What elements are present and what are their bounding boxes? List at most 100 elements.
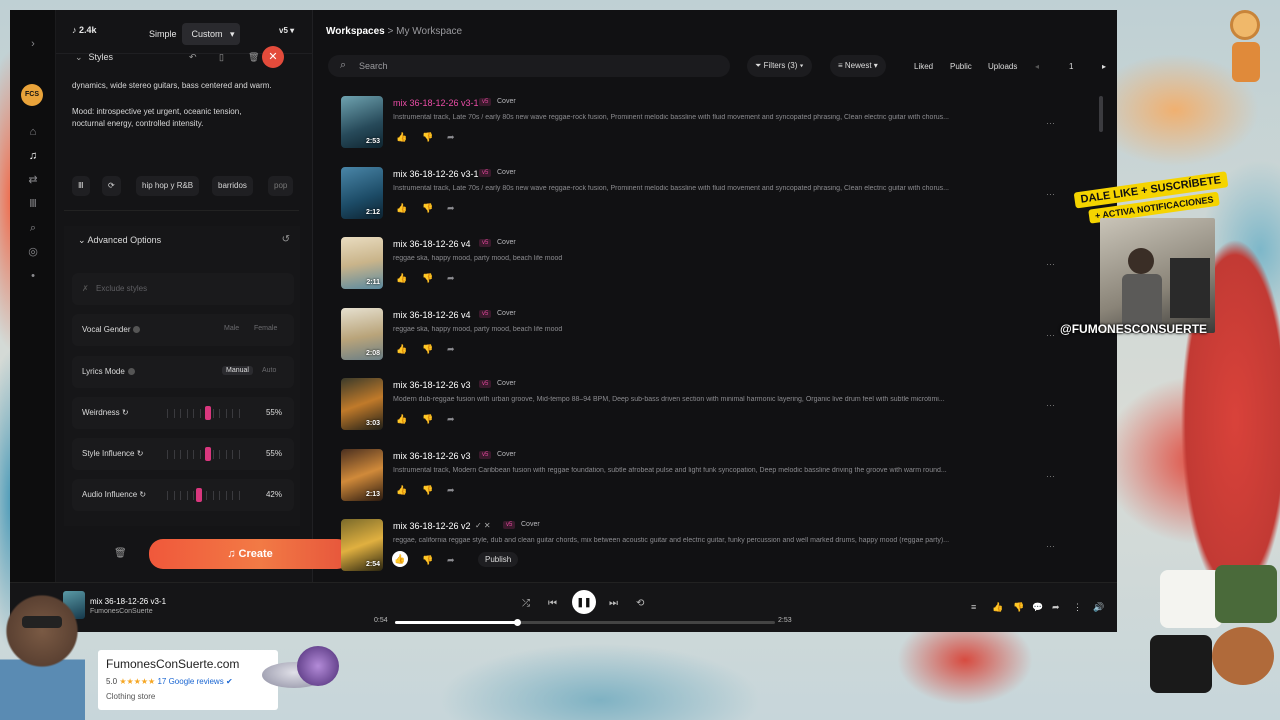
- styles-textarea[interactable]: dynamics, wide stereo guitars, bass cent…: [72, 80, 272, 130]
- home-icon[interactable]: ⌂: [23, 122, 43, 142]
- refresh-tags-icon[interactable]: ⟳: [102, 176, 121, 196]
- like-icon[interactable]: 👍: [396, 132, 407, 143]
- prev-page-icon[interactable]: ◂: [1035, 62, 1039, 71]
- more-options-icon[interactable]: ⋯: [1046, 189, 1055, 200]
- lyrics-manual[interactable]: Manual: [222, 366, 253, 375]
- next-page-icon[interactable]: ▸: [1102, 62, 1106, 71]
- song-cover[interactable]: 2:53: [341, 96, 383, 148]
- song-cover[interactable]: 2:12: [341, 166, 383, 219]
- styles-header[interactable]: ⌄ Styles: [75, 52, 113, 63]
- advanced-header[interactable]: ⌄ Advanced Options: [78, 235, 161, 246]
- crumb-workspaces[interactable]: Workspaces: [326, 26, 385, 37]
- share-icon[interactable]: ➦: [1052, 602, 1060, 613]
- song-title[interactable]: mix 36-18-12-26 v3-1: [393, 169, 479, 179]
- share-icon[interactable]: ➦: [447, 414, 455, 425]
- magic-button[interactable]: ✕: [262, 46, 284, 68]
- previous-icon[interactable]: ⏮: [548, 598, 557, 609]
- liked-filter[interactable]: Liked: [914, 62, 933, 71]
- song-row[interactable]: 2:53 mix 36-18-12-26 v3-1 v5 Cover Instrumen…: [341, 96, 1101, 156]
- expand-chevron-icon[interactable]: ›: [23, 34, 43, 54]
- song-title[interactable]: mix 36-18-12-26 v4: [393, 239, 471, 249]
- uploads-filter[interactable]: Uploads: [988, 62, 1017, 71]
- create-nav-icon[interactable]: ♫: [23, 146, 43, 166]
- pause-button[interactable]: ❚❚: [572, 590, 596, 614]
- tag-chip[interactable]: pop: [268, 176, 294, 196]
- app-logo[interactable]: FCS: [21, 84, 43, 106]
- tag-chip[interactable]: hip hop y R&B: [136, 176, 200, 196]
- like-icon[interactable]: 👍: [396, 414, 407, 425]
- song-cover[interactable]: 2:13: [341, 448, 383, 501]
- queue-icon[interactable]: ≡: [971, 602, 976, 612]
- reset-icon[interactable]: ↻: [122, 408, 129, 417]
- song-row[interactable]: 2:12 mix 36-18-12-26 v3-1 v5 Cover Instrumen…: [341, 166, 1101, 227]
- song-title[interactable]: mix 36-18-12-26 v3: [393, 451, 471, 461]
- credits-counter[interactable]: ♪ 2.4k: [72, 25, 97, 35]
- player-artist[interactable]: FumonesConSuerte: [90, 608, 153, 615]
- dislike-icon[interactable]: 👎: [422, 344, 433, 355]
- gender-male[interactable]: Male: [220, 324, 243, 333]
- public-filter[interactable]: Public: [950, 62, 972, 71]
- dislike-icon[interactable]: 👎: [422, 132, 433, 143]
- more-options-icon[interactable]: ⋯: [1046, 330, 1055, 341]
- progress-handle[interactable]: [513, 619, 521, 626]
- slider-knob[interactable]: [205, 447, 212, 461]
- undo-icon[interactable]: ↶: [189, 52, 197, 63]
- more-options-icon[interactable]: ⋯: [1046, 471, 1055, 482]
- library-icon[interactable]: Ⅲ: [23, 194, 43, 214]
- song-row[interactable]: 3:03 mix 36-18-12-26 v3 v5 Cover Modern dub-…: [341, 378, 1101, 438]
- style-influence-slider[interactable]: [167, 447, 242, 461]
- like-icon[interactable]: 👍: [396, 273, 407, 284]
- more-options-icon[interactable]: ⋯: [1046, 400, 1055, 411]
- reset-icon[interactable]: ↻: [139, 490, 146, 499]
- edit-icons[interactable]: ✓ ✕: [475, 521, 491, 530]
- song-title[interactable]: mix 36-18-12-26 v3: [393, 380, 471, 390]
- more-options-icon[interactable]: ⋯: [1046, 259, 1055, 270]
- info-icon[interactable]: [133, 326, 141, 334]
- audio-influence-slider[interactable]: [167, 488, 242, 502]
- next-icon[interactable]: ⏭: [609, 598, 618, 609]
- mode-custom[interactable]: Custom ▾: [181, 23, 240, 45]
- store-card[interactable]: FumonesConSuerte.com 5.0 ★★★★★ 17 Google…: [98, 650, 278, 710]
- delete-icon[interactable]: 🗑: [248, 52, 259, 63]
- song-cover[interactable]: 3:03: [341, 378, 383, 430]
- song-row[interactable]: 2:08 mix 36-18-12-26 v4 v5 Cover reggae ska,…: [341, 307, 1101, 368]
- clear-icon[interactable]: 🗑: [114, 548, 127, 559]
- like-icon[interactable]: 👍: [396, 485, 407, 496]
- volume-icon[interactable]: 🔊: [1093, 602, 1104, 613]
- slider-knob[interactable]: [195, 488, 202, 502]
- notifications-icon[interactable]: •: [23, 266, 43, 286]
- song-cover[interactable]: 2:54: [341, 519, 383, 571]
- song-cover[interactable]: 2:11: [341, 237, 383, 289]
- like-icon[interactable]: 👍: [396, 203, 407, 214]
- lyrics-auto[interactable]: Auto: [258, 366, 280, 375]
- search-nav-icon[interactable]: ⌕: [23, 218, 43, 238]
- dislike-icon[interactable]: 👎: [422, 273, 433, 284]
- dislike-icon[interactable]: 👎: [422, 485, 433, 496]
- share-icon[interactable]: ➦: [447, 203, 455, 214]
- info-icon[interactable]: [127, 368, 135, 376]
- tag-chip[interactable]: barridos: [212, 176, 253, 196]
- player-title[interactable]: mix 36-18-12-26 v3-1: [90, 597, 166, 606]
- dislike-icon[interactable]: 👎: [422, 203, 433, 214]
- song-row[interactable]: 2:54 mix 36-18-12-26 v2 ✓ ✕ v5 Cover reggae, …: [341, 519, 1101, 579]
- dislike-icon[interactable]: 👎: [1013, 602, 1024, 613]
- dislike-icon[interactable]: 👎: [422, 555, 433, 566]
- reviews-link[interactable]: 17 Google reviews: [157, 677, 223, 686]
- more-options-icon[interactable]: ⋯: [1046, 541, 1055, 552]
- mode-simple[interactable]: Simple: [144, 26, 182, 42]
- share-icon[interactable]: ➦: [447, 273, 455, 284]
- song-row[interactable]: 2:11 mix 36-18-12-26 v4 v5 Cover reggae ska,…: [341, 237, 1101, 297]
- publish-button[interactable]: Publish: [478, 552, 519, 567]
- version-select[interactable]: v5 ▾: [279, 26, 294, 35]
- song-title[interactable]: mix 36-18-12-26 v2: [393, 521, 471, 531]
- share-icon[interactable]: ➦: [447, 132, 455, 143]
- song-cover[interactable]: 2:08: [341, 307, 383, 360]
- dislike-icon[interactable]: 👎: [422, 414, 433, 425]
- like-icon[interactable]: 👍: [992, 602, 1003, 613]
- song-title[interactable]: mix 36-18-12-26 v4: [393, 310, 471, 320]
- search-input[interactable]: ⌕ Search: [328, 55, 730, 77]
- like-icon[interactable]: 👍: [392, 551, 408, 567]
- more-icon[interactable]: ⋮: [1073, 602, 1082, 613]
- like-icon[interactable]: 👍: [396, 344, 407, 355]
- repeat-icon[interactable]: ⟲: [636, 598, 644, 609]
